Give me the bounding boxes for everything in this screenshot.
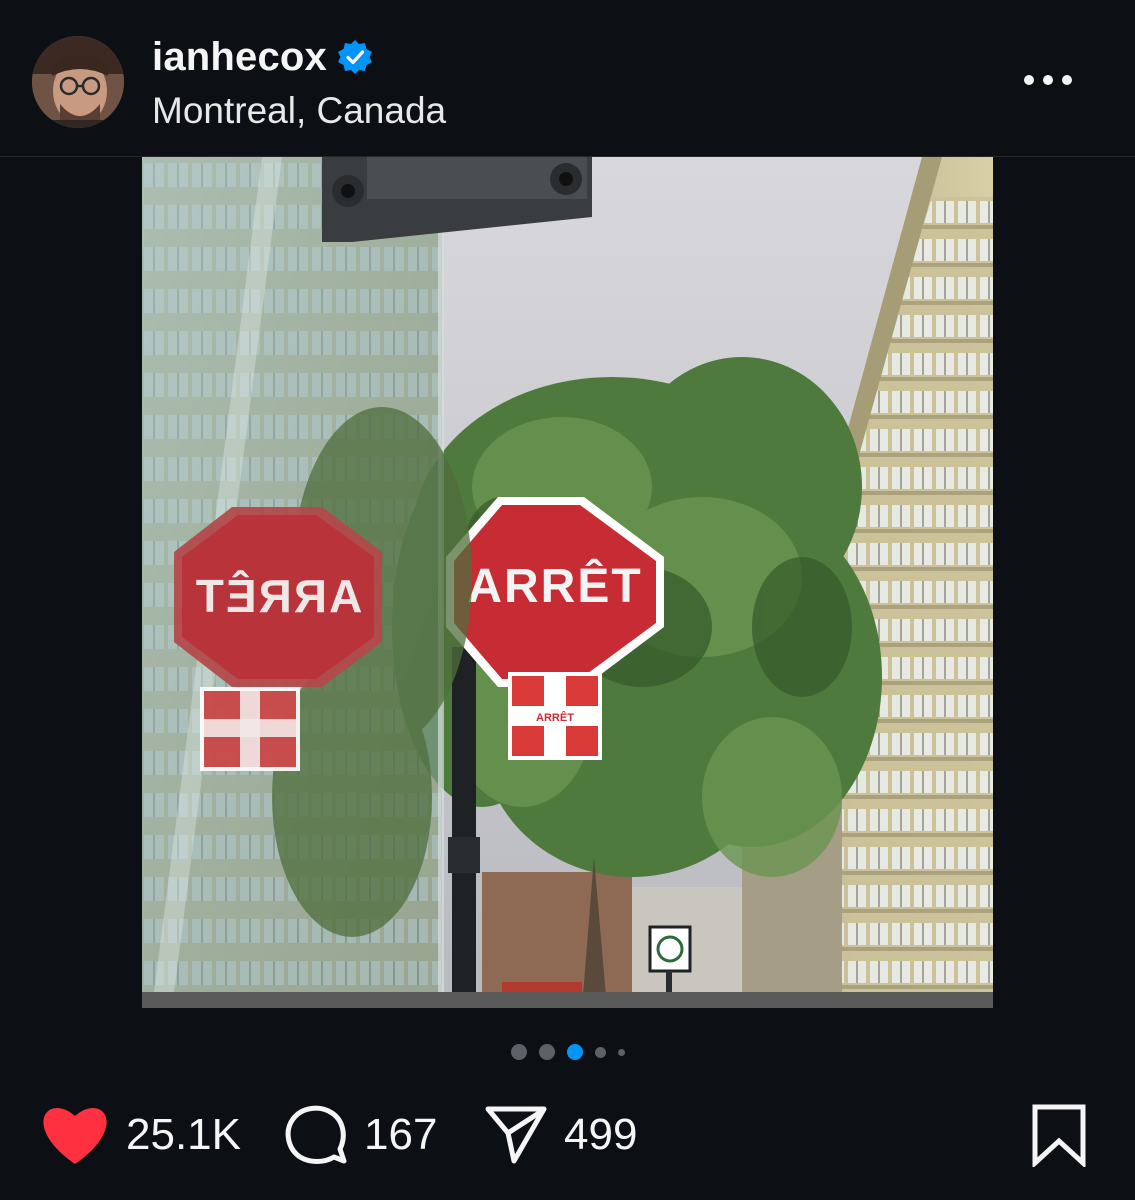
comment-count[interactable]: 167 — [364, 1110, 437, 1160]
bookmark-icon — [1032, 1104, 1086, 1167]
like-button[interactable]: 25.1K — [40, 1090, 241, 1180]
username-row: ianhecox — [152, 32, 373, 82]
paper-plane-icon — [485, 1106, 547, 1164]
carousel-dot — [594, 1046, 606, 1058]
carousel-dot — [617, 1048, 625, 1056]
comment-bubble-icon — [285, 1105, 347, 1164]
heart-icon — [43, 1107, 107, 1164]
carousel-dots — [0, 1043, 1135, 1061]
share-count[interactable]: 499 — [564, 1110, 637, 1160]
stop-sign-text: ARRÊT — [467, 558, 642, 613]
reflected-sign-text: ARRÊT — [194, 570, 362, 622]
carousel-dot — [510, 1044, 527, 1060]
post-header: ianhecox Montreal, Canada — [0, 0, 1135, 157]
comment-button[interactable]: 167 — [284, 1090, 437, 1180]
more-options-icon — [1024, 75, 1072, 85]
save-button[interactable] — [1030, 1090, 1088, 1180]
location[interactable]: Montreal, Canada — [152, 90, 446, 132]
sticker-sign: ARRÊT — [508, 672, 602, 760]
instagram-post: ianhecox Montreal, Canada ARRÊT ARRÊT AR… — [0, 0, 1135, 1200]
share-button[interactable]: 499 — [484, 1090, 637, 1180]
post-photo[interactable]: ARRÊT ARRÊT ARRÊT — [142, 157, 993, 1008]
action-bar: 25.1K 167 499 — [0, 1090, 1135, 1180]
like-count[interactable]: 25.1K — [126, 1110, 241, 1160]
more-options-button[interactable] — [1012, 60, 1084, 100]
avatar[interactable] — [32, 36, 124, 128]
sticker-text: ARRÊT — [536, 711, 574, 724]
carousel-dot — [538, 1044, 555, 1060]
username[interactable]: ianhecox — [152, 35, 327, 80]
carousel-dot-active — [566, 1044, 583, 1060]
verified-badge-icon — [337, 39, 373, 75]
